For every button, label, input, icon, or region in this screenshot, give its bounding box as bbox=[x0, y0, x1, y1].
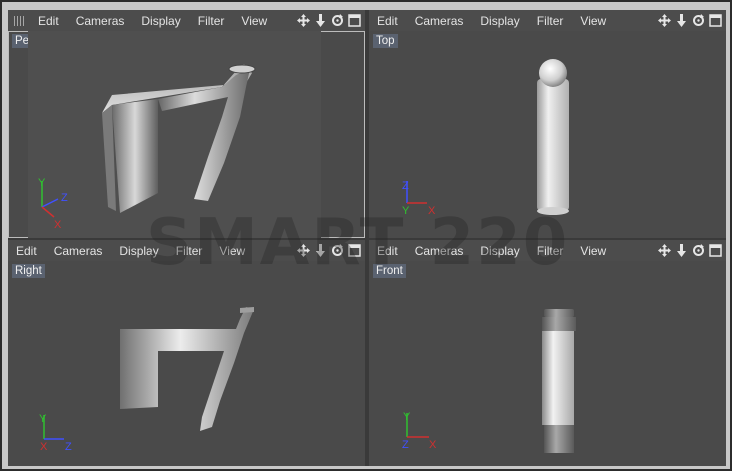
perspective-model: Y Z X bbox=[28, 31, 321, 238]
viewport-menubar: Edit Cameras Display Filter View bbox=[369, 240, 726, 261]
svg-text:Z: Z bbox=[402, 180, 409, 192]
svg-text:X: X bbox=[40, 441, 48, 453]
maximize-view-icon[interactable] bbox=[348, 244, 361, 257]
menu-filter[interactable]: Filter bbox=[529, 14, 573, 28]
right-model: Y X Z bbox=[39, 307, 254, 453]
menu-display[interactable]: Display bbox=[472, 14, 528, 28]
svg-text:Y: Y bbox=[38, 177, 46, 189]
front-view-area[interactable]: Front Y Z X bbox=[369, 261, 726, 466]
menu-cameras[interactable]: Cameras bbox=[407, 244, 473, 258]
svg-text:Y: Y bbox=[403, 411, 411, 423]
zoom-view-icon[interactable] bbox=[314, 14, 327, 27]
drag-grip-icon[interactable] bbox=[14, 15, 26, 26]
svg-text:X: X bbox=[54, 219, 62, 231]
menu-cameras[interactable]: Cameras bbox=[407, 14, 473, 28]
menu-view[interactable]: View bbox=[572, 244, 615, 258]
menu-view[interactable]: View bbox=[233, 14, 276, 28]
menu-display[interactable]: Display bbox=[133, 14, 189, 28]
rotate-view-icon[interactable] bbox=[692, 14, 705, 27]
viewport-top[interactable]: Edit Cameras Display Filter View Top Z Y… bbox=[369, 10, 726, 238]
viewport-front[interactable]: Edit Cameras Display Filter View Front Y… bbox=[369, 240, 726, 466]
perspective-view-area[interactable]: Perspective bbox=[8, 31, 365, 238]
viewport-menubar: Edit Cameras Display Filter View bbox=[369, 10, 726, 31]
zoom-view-icon[interactable] bbox=[675, 14, 688, 27]
window-frame: Edit Cameras Display Filter View Perspec… bbox=[0, 0, 732, 471]
top-model: Z Y X bbox=[402, 59, 569, 217]
move-view-icon[interactable] bbox=[297, 244, 310, 257]
menu-edit[interactable]: Edit bbox=[30, 14, 68, 28]
rotate-view-icon[interactable] bbox=[692, 244, 705, 257]
rotate-view-icon[interactable] bbox=[331, 14, 344, 27]
viewport-right[interactable]: Edit Cameras Display Filter View Right Y… bbox=[8, 240, 365, 466]
right-view-area[interactable]: Right Y X Z bbox=[8, 261, 365, 466]
svg-text:X: X bbox=[428, 205, 436, 217]
maximize-view-icon[interactable] bbox=[709, 244, 722, 257]
view-nav-icons bbox=[658, 14, 726, 27]
viewport-menubar: Edit Cameras Display Filter View bbox=[8, 10, 365, 31]
rotate-view-icon[interactable] bbox=[331, 244, 344, 257]
menu-filter[interactable]: Filter bbox=[529, 244, 573, 258]
move-view-icon[interactable] bbox=[658, 244, 671, 257]
menu-display[interactable]: Display bbox=[472, 244, 528, 258]
view-nav-icons bbox=[658, 244, 726, 257]
zoom-view-icon[interactable] bbox=[675, 244, 688, 257]
svg-text:Z: Z bbox=[65, 441, 72, 453]
svg-text:Z: Z bbox=[61, 192, 68, 204]
menu-display[interactable]: Display bbox=[111, 244, 167, 258]
viewport-perspective[interactable]: Edit Cameras Display Filter View Perspec… bbox=[8, 10, 365, 238]
menu-view[interactable]: View bbox=[572, 14, 615, 28]
front-model: Y Z X bbox=[402, 309, 576, 453]
top-view-area[interactable]: Top Z Y X bbox=[369, 31, 726, 238]
menu-cameras[interactable]: Cameras bbox=[68, 14, 134, 28]
menu-edit[interactable]: Edit bbox=[369, 14, 407, 28]
menu-filter[interactable]: Filter bbox=[168, 244, 212, 258]
zoom-view-icon[interactable] bbox=[314, 244, 327, 257]
svg-text:Z: Z bbox=[402, 439, 409, 451]
view-nav-icons bbox=[297, 244, 365, 257]
menu-edit[interactable]: Edit bbox=[369, 244, 407, 258]
maximize-view-icon[interactable] bbox=[709, 14, 722, 27]
menu-filter[interactable]: Filter bbox=[190, 14, 234, 28]
move-view-icon[interactable] bbox=[658, 14, 671, 27]
view-nav-icons bbox=[297, 14, 365, 27]
viewport-grid: Edit Cameras Display Filter View Perspec… bbox=[8, 10, 726, 466]
svg-text:X: X bbox=[429, 439, 437, 451]
menu-edit[interactable]: Edit bbox=[8, 244, 46, 258]
move-view-icon[interactable] bbox=[297, 14, 310, 27]
menu-cameras[interactable]: Cameras bbox=[46, 244, 112, 258]
maximize-view-icon[interactable] bbox=[348, 14, 361, 27]
svg-text:Y: Y bbox=[402, 205, 410, 217]
menu-view[interactable]: View bbox=[211, 244, 254, 258]
svg-text:Y: Y bbox=[39, 413, 47, 425]
viewport-menubar: Edit Cameras Display Filter View bbox=[8, 240, 365, 261]
